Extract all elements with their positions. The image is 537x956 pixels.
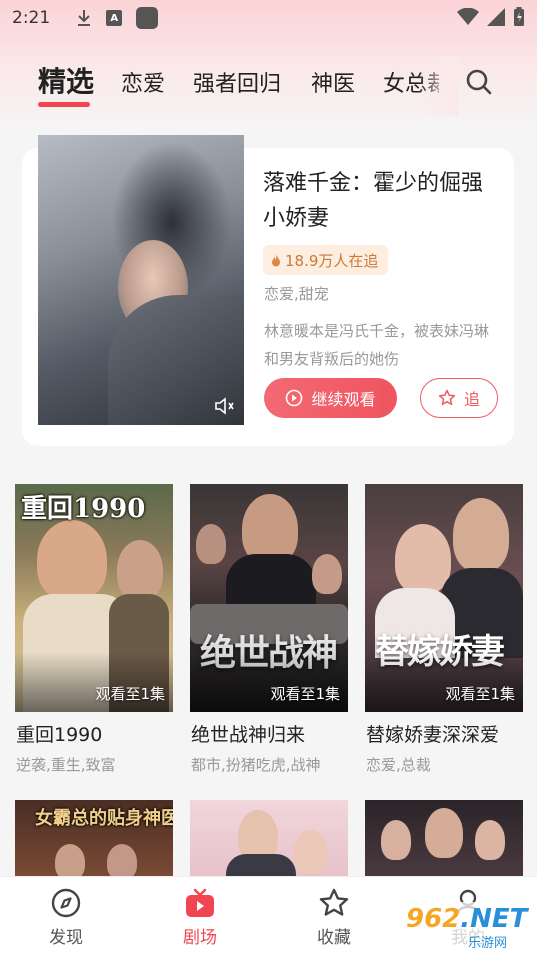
nav-discover[interactable]: 发现	[16, 877, 116, 956]
search-button[interactable]	[463, 66, 495, 98]
watermark-text: 962.NET	[406, 904, 528, 934]
signal-icon	[487, 8, 505, 26]
play-circle-icon	[286, 389, 303, 407]
poster-figure	[294, 830, 328, 874]
drama-poster[interactable]: 替嫁娇妻 观看至1集	[365, 484, 523, 712]
tab-fade	[418, 56, 458, 116]
poster-title-art: 重回1990	[21, 494, 146, 524]
poster-figure	[395, 524, 451, 594]
poster-figure	[475, 820, 505, 860]
poster-figure	[453, 498, 509, 572]
battery-icon	[514, 7, 524, 26]
drama-title[interactable]: 绝世战神归来	[191, 720, 305, 747]
featured-tags: 恋爱,甜宠	[264, 285, 329, 303]
poster-figure	[425, 808, 463, 858]
status-time: 2:21	[12, 8, 51, 28]
watermark-subtext: 乐游网	[468, 936, 508, 951]
tab-doctor[interactable]: 神医	[311, 66, 355, 98]
watermark-logo: 962.NET 乐游网	[398, 902, 532, 952]
category-tabs: 精选 恋爱 强者回归 神医 女总裁	[0, 56, 537, 116]
drama-poster[interactable]: 绝世战神 观看至1集	[190, 484, 348, 712]
poster-figure	[55, 844, 85, 876]
poster-figure	[196, 524, 226, 564]
search-icon	[466, 69, 492, 95]
poster-figure	[37, 520, 107, 600]
poster-title-art: 女霸总的贴身神医	[35, 808, 173, 829]
drama-tags: 恋爱,总裁	[366, 756, 431, 774]
nav-theater-label: 剧场	[183, 928, 217, 948]
app-square-icon	[136, 7, 159, 29]
flame-icon	[272, 253, 280, 266]
featured-title[interactable]: 落难千金：霍少的倔强小娇妻	[263, 166, 493, 236]
tab-active-indicator	[38, 102, 90, 107]
wifi-icon	[457, 8, 479, 25]
status-indicators	[457, 7, 525, 27]
poster-figure	[117, 540, 163, 600]
watch-progress: 观看至1集	[445, 685, 515, 703]
drama-title[interactable]: 重回1990	[16, 720, 102, 747]
star-icon	[319, 888, 349, 916]
nav-theater[interactable]: 剧场	[150, 877, 250, 956]
featured-poster[interactable]	[38, 135, 244, 425]
drama-tags: 都市,扮猪吃虎,战神	[191, 756, 321, 774]
drama-tags: 逆袭,重生,致富	[16, 756, 116, 774]
status-bar: 2:21 A	[0, 0, 537, 36]
nav-favorites-label: 收藏	[317, 928, 351, 948]
sound-icon[interactable]	[214, 397, 236, 415]
drama-poster[interactable]: 重回1990 观看至1集	[15, 484, 173, 712]
poster-figure	[381, 820, 411, 860]
follow-button[interactable]: 追	[420, 378, 498, 418]
poster-figure	[312, 554, 342, 594]
featured-description: 林意暖本是冯氏千金，被表妹冯琳和男友背叛后的她伤	[264, 322, 490, 368]
tab-strong-return[interactable]: 强者回归	[193, 66, 281, 98]
nav-favorites[interactable]: 收藏	[284, 877, 384, 956]
poster-figure-body	[226, 854, 296, 876]
watch-progress: 观看至1集	[95, 685, 165, 703]
watch-progress: 观看至1集	[270, 685, 340, 703]
continue-watching-label: 继续观看	[311, 390, 376, 409]
drama-poster[interactable]: 女霸总的贴身神医	[15, 800, 173, 876]
drama-poster[interactable]	[365, 800, 523, 876]
download-icon	[76, 9, 92, 27]
poster-figure	[107, 844, 137, 876]
compass-icon	[51, 888, 81, 918]
continue-watching-button[interactable]: 继续观看	[264, 378, 397, 418]
viewers-count: 18.9万人在追	[285, 251, 379, 270]
follow-label: 追	[463, 390, 480, 409]
viewers-badge: 18.9万人在追	[263, 245, 389, 275]
app-a-icon: A	[106, 10, 123, 26]
drama-poster[interactable]	[190, 800, 348, 876]
tv-icon	[186, 888, 214, 917]
tab-featured[interactable]: 精选	[38, 60, 94, 100]
nav-discover-label: 发现	[49, 928, 83, 948]
drama-title[interactable]: 替嫁娇妻深深爱	[366, 720, 499, 747]
star-outline-icon	[438, 389, 456, 406]
tab-romance[interactable]: 恋爱	[121, 66, 165, 98]
